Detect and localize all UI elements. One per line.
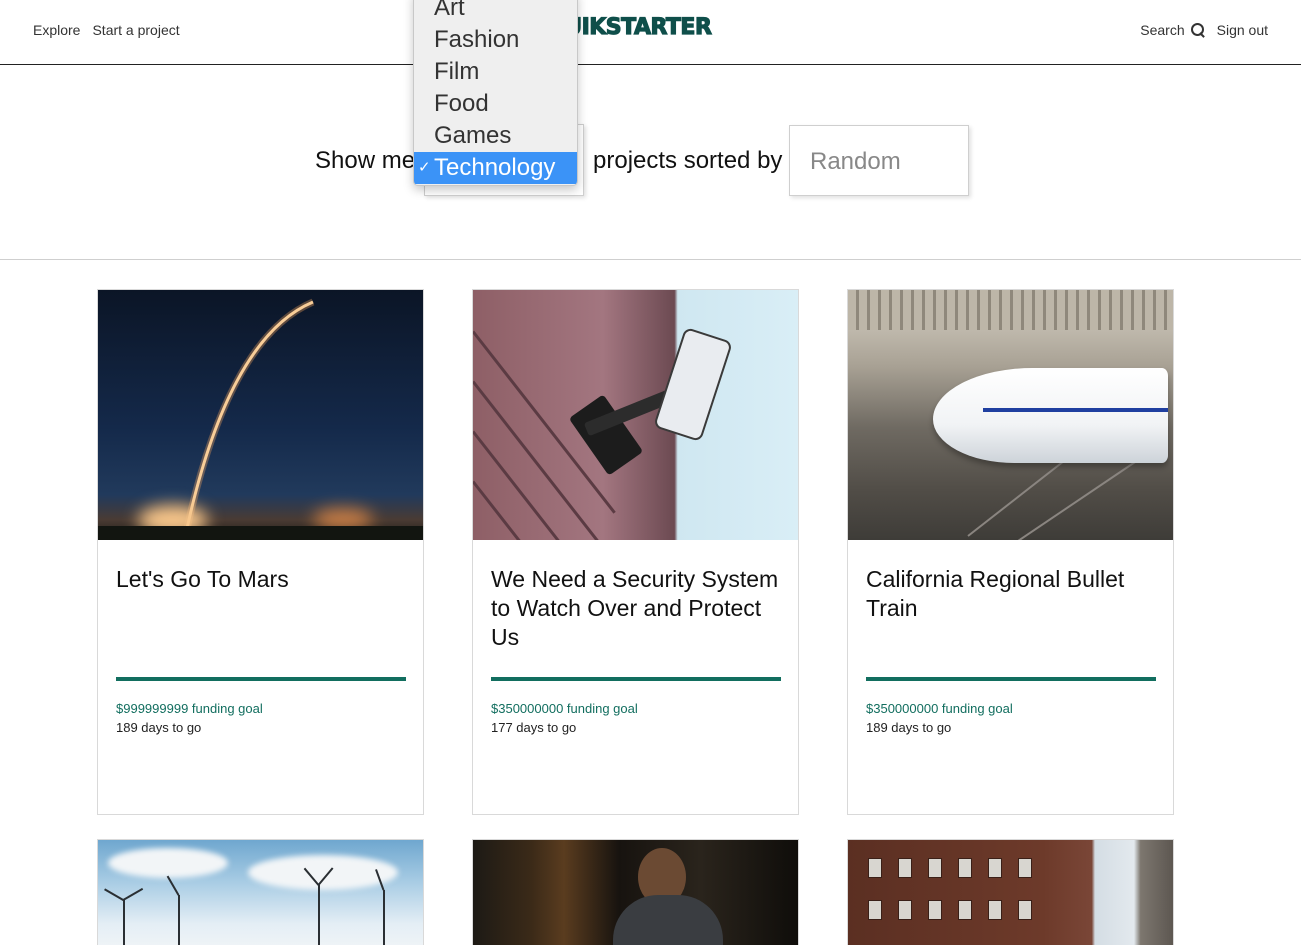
turbine-blade — [104, 888, 125, 901]
building-window — [1018, 900, 1032, 920]
camera-body — [653, 326, 733, 443]
cloud — [108, 848, 228, 878]
nav-left: Explore Start a project — [33, 22, 180, 38]
building-window — [928, 900, 942, 920]
funding-progress-bar — [491, 677, 781, 681]
days-to-go: 177 days to go — [491, 720, 577, 735]
project-image-wind-turbines[interactable] — [98, 840, 423, 945]
dropdown-option-games[interactable]: Games — [414, 120, 577, 152]
sorted-by-label: projects sorted by — [593, 147, 783, 174]
nav-right: Search Sign out — [1140, 22, 1268, 38]
turbine-pole — [123, 900, 125, 945]
turbine-pole — [318, 885, 320, 945]
funding-progress-fill — [491, 677, 781, 681]
category-dropdown[interactable]: Art Fashion Film Food Games ✓ Technology — [413, 0, 578, 186]
building-window — [958, 900, 972, 920]
days-to-go: 189 days to go — [116, 720, 202, 735]
wall-stripe — [473, 430, 598, 540]
search-label: Search — [1140, 22, 1185, 38]
funding-progress-bar — [116, 677, 406, 681]
building-window — [1018, 858, 1032, 878]
building-window — [928, 858, 942, 878]
project-card[interactable]: California Regional Bullet Train $350000… — [847, 289, 1174, 815]
train-stripe — [983, 408, 1168, 412]
turbine-pole — [178, 895, 180, 945]
building-window — [868, 900, 882, 920]
person-body — [613, 895, 723, 945]
dropdown-option-fashion[interactable]: Fashion — [414, 24, 577, 56]
building-window — [898, 858, 912, 878]
turbine-blade — [123, 888, 144, 901]
building-window — [958, 858, 972, 878]
project-image-rocket-launch[interactable] — [98, 290, 423, 540]
building-window — [988, 858, 1002, 878]
dropdown-option-technology[interactable]: ✓ Technology — [414, 152, 577, 184]
project-image-bullet-train[interactable] — [848, 290, 1173, 540]
ground-silhouette — [98, 526, 423, 540]
days-to-go: 189 days to go — [866, 720, 952, 735]
funding-progress-fill — [866, 677, 1156, 681]
project-title[interactable]: We Need a Security System to Watch Over … — [491, 565, 781, 652]
project-image-brick-building[interactable] — [848, 840, 1173, 945]
checkmark-icon: ✓ — [418, 159, 431, 176]
sort-select[interactable]: Random — [789, 125, 969, 196]
project-card[interactable]: We Need a Security System to Watch Over … — [472, 289, 799, 815]
funding-goal: $350000000 funding goal — [491, 701, 638, 716]
cloud — [248, 855, 398, 890]
bullet-train-graphic — [933, 368, 1168, 463]
show-me-label: Show me — [315, 147, 416, 174]
rocket-trail-graphic — [182, 298, 315, 534]
nav-explore-link[interactable]: Explore — [33, 22, 80, 38]
project-image-person-dark-room[interactable] — [473, 840, 798, 945]
dropdown-option-film[interactable]: Film — [414, 56, 577, 88]
site-header: Explore Start a project QUIKSTARTER Sear… — [0, 0, 1301, 65]
project-card[interactable]: Let's Go To Mars $999999999 funding goal… — [97, 289, 424, 815]
funding-progress-fill — [116, 677, 406, 681]
project-title[interactable]: California Regional Bullet Train — [866, 565, 1156, 623]
building-window — [898, 900, 912, 920]
sign-out-link[interactable]: Sign out — [1217, 22, 1268, 38]
project-title[interactable]: Let's Go To Mars — [116, 565, 406, 594]
project-card[interactable] — [847, 839, 1174, 945]
building-window — [868, 858, 882, 878]
search-button[interactable]: Search — [1140, 22, 1204, 38]
funding-progress-bar — [866, 677, 1156, 681]
funding-goal: $350000000 funding goal — [866, 701, 1013, 716]
funding-goal: $999999999 funding goal — [116, 701, 263, 716]
dropdown-option-label: Technology — [434, 154, 556, 181]
project-image-security-camera[interactable] — [473, 290, 798, 540]
project-card[interactable] — [472, 839, 799, 945]
dropdown-option-art[interactable]: Art — [414, 0, 577, 24]
filter-bar: Show me projects sorted by Random — [0, 65, 1301, 260]
nav-start-project-link[interactable]: Start a project — [92, 22, 179, 38]
search-icon — [1190, 23, 1205, 37]
turbine-blade — [167, 875, 180, 896]
turbine-pole — [383, 890, 385, 945]
project-card[interactable] — [97, 839, 424, 945]
station-roof — [848, 290, 1173, 330]
dropdown-option-food[interactable]: Food — [414, 88, 577, 120]
building-window — [988, 900, 1002, 920]
